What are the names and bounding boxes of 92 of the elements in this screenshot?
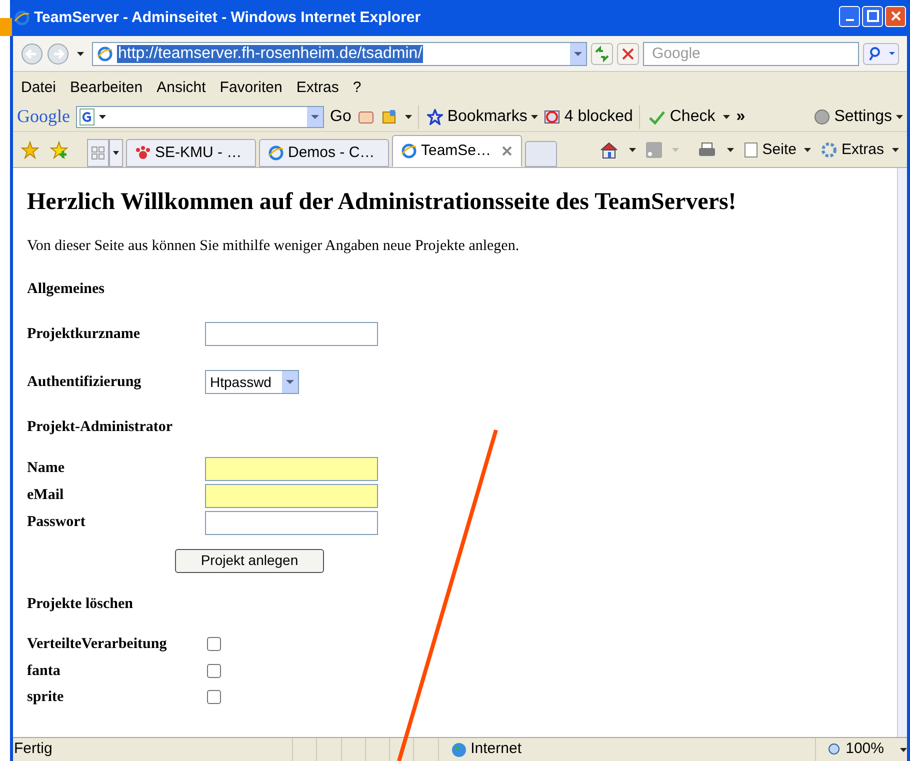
checkmark-icon: [648, 108, 666, 124]
home-icon[interactable]: [599, 140, 620, 159]
project-name: VerteilteVerarbeitung: [27, 635, 168, 654]
ie-page-icon: [97, 46, 113, 62]
caret-icon: [892, 148, 899, 152]
address-field[interactable]: http://teamserver.fh-rosenheim.de/tsadmin/: [92, 42, 587, 66]
caret-icon: [804, 148, 812, 152]
zoom-button[interactable]: 100%: [814, 738, 884, 761]
add-favorite-icon[interactable]: [50, 141, 68, 159]
field-label: Authentifizierung: [27, 372, 142, 392]
browser-tab[interactable]: SE-KMU - …: [126, 139, 256, 167]
blocked-window-icon: [544, 108, 560, 124]
caret-icon[interactable]: [727, 148, 734, 152]
caret-icon[interactable]: [405, 114, 412, 118]
close-button[interactable]: [617, 42, 639, 64]
gear-icon: [821, 142, 838, 158]
status-text: Fertig: [13, 739, 54, 760]
create-project-button[interactable]: Projekt anlegen: [175, 548, 324, 572]
magnifier-icon: [828, 742, 842, 756]
checkbox[interactable]: [207, 664, 221, 678]
text-field[interactable]: [205, 484, 378, 508]
menu-item[interactable]: Extras: [296, 76, 339, 99]
refresh-button[interactable]: [591, 42, 613, 64]
popup-blocker-button[interactable]: 4 blocked: [544, 104, 633, 128]
text-field[interactable]: [205, 322, 378, 346]
google-logo: Google: [17, 105, 70, 128]
ie-logo-icon: [14, 10, 30, 26]
go-button[interactable]: Go: [330, 104, 352, 128]
browser-tab[interactable]: TeamSe…: [392, 135, 522, 167]
news-icon[interactable]: [357, 108, 376, 124]
window-title: TeamServer - Adminseitet - Windows Internet Explorer: [34, 8, 422, 28]
ie-logo-icon: [401, 143, 417, 159]
project-name: fanta: [27, 662, 62, 680]
maximize-icon: [866, 10, 878, 22]
star-icon: [427, 108, 444, 124]
page-menu-button[interactable]: Seite: [744, 138, 812, 161]
feed-icon[interactable]: [646, 142, 662, 158]
field-label: Projektkurzname: [27, 324, 142, 344]
section-heading: Allgemeines: [27, 280, 106, 298]
highlight-marker: [0, 18, 12, 36]
caret-icon[interactable]: [99, 114, 106, 118]
bookmarks-button[interactable]: Bookmarks: [418, 104, 538, 128]
checkbox[interactable]: [207, 637, 221, 652]
field-label: Passwort: [27, 513, 86, 532]
search-field[interactable]: [76, 106, 324, 128]
search-engine-icon[interactable]: [79, 108, 95, 126]
caret-icon: [531, 114, 538, 118]
section-heading: Projekte löschen: [27, 594, 134, 614]
close-icon: [890, 10, 902, 22]
caret-icon: [723, 114, 730, 118]
checkbox[interactable]: [207, 690, 221, 704]
paw-icon: [135, 145, 151, 161]
dropdown[interactable]: Htpasswd: [205, 370, 299, 394]
menu-item[interactable]: ?: [352, 76, 362, 99]
minimize-button[interactable]: [839, 6, 860, 26]
tools-menu-button[interactable]: Extras: [821, 138, 899, 161]
close-tab-icon[interactable]: [501, 145, 513, 157]
menu-item[interactable]: Bearbeiten: [70, 76, 143, 99]
settings-button[interactable]: Settings: [814, 104, 903, 128]
caret-icon[interactable]: [77, 52, 84, 56]
circle-icon: [814, 108, 830, 124]
browser-tab[interactable]: Demos - C…: [259, 139, 389, 167]
spell-check-button[interactable]: Check: [638, 104, 730, 128]
security-zone: Internet: [470, 739, 522, 760]
caret-icon[interactable]: [900, 748, 907, 752]
favorites-star-icon[interactable]: [21, 141, 39, 159]
maximize-button[interactable]: [862, 6, 883, 26]
menu-item[interactable]: Datei: [21, 76, 56, 99]
field-label: eMail: [27, 486, 65, 506]
menu-item[interactable]: Favoriten: [220, 76, 282, 99]
search-button[interactable]: [863, 42, 899, 64]
minimize-icon: [846, 19, 854, 21]
caret-icon[interactable]: [629, 148, 636, 152]
forward-button[interactable]: [47, 42, 69, 64]
section-heading: Projekt-Administrator: [27, 418, 174, 437]
text-field[interactable]: [205, 510, 378, 534]
menu-item[interactable]: Ansicht: [156, 76, 206, 99]
tab-list-button[interactable]: [109, 139, 123, 167]
search-field[interactable]: Google: [643, 42, 859, 66]
scrollbar[interactable]: [897, 168, 907, 737]
text-field[interactable]: [205, 456, 378, 480]
project-name: sprite: [27, 688, 65, 707]
back-button[interactable]: [21, 42, 43, 64]
printer-icon[interactable]: [697, 140, 718, 159]
caret-icon: [896, 114, 903, 118]
page-heading: Herzlich Willkommen auf der Administrationsseite des TeamServers!: [27, 188, 738, 216]
more-button[interactable]: »: [736, 104, 746, 128]
ie-logo-icon: [268, 145, 284, 161]
field-label: Name: [27, 459, 66, 478]
globe-icon: [450, 742, 467, 758]
intro-text: Von dieser Seite aus können Sie mithilfe weniger Angaben neue Projekte anlegen.: [27, 237, 520, 256]
page-icon: [744, 142, 758, 158]
